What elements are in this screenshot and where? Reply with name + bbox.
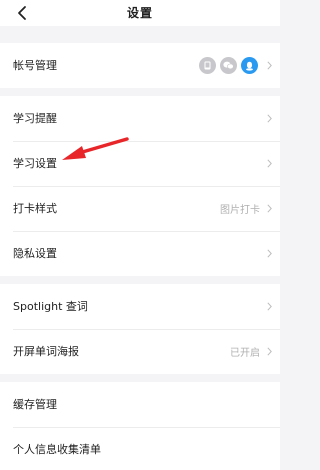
personal-info-list-label: 个人信息收集清单	[13, 443, 101, 456]
account-management-row[interactable]: 帐号管理	[0, 43, 280, 88]
personal-info-list-row[interactable]: 个人信息收集清单	[0, 427, 280, 470]
cache-management-label: 缓存管理	[13, 398, 57, 411]
privacy-settings-row[interactable]: 隐私设置	[0, 231, 280, 276]
misc-group: 缓存管理 个人信息收集清单	[0, 382, 280, 470]
splash-word-poster-label: 开屏单词海报	[13, 345, 79, 358]
account-management-label: 帐号管理	[13, 59, 57, 72]
chevron-right-icon	[267, 249, 272, 258]
top-bar: 设置	[0, 0, 280, 26]
study-settings-label: 学习设置	[13, 157, 57, 170]
splash-word-poster-value: 已开启	[230, 348, 260, 359]
checkin-style-row[interactable]: 打卡样式 图片打卡	[0, 186, 280, 231]
qq-icon	[241, 57, 258, 74]
account-group: 帐号管理	[0, 43, 280, 88]
chevron-right-icon	[267, 159, 272, 168]
chevron-right-icon	[267, 204, 272, 213]
chevron-right-icon	[267, 347, 272, 356]
wechat-icon	[220, 57, 237, 74]
study-reminder-label: 学习提醒	[13, 112, 57, 125]
spotlight-lookup-row[interactable]: Spotlight 查词	[0, 284, 280, 329]
checkin-style-value: 图片打卡	[220, 205, 260, 216]
privacy-settings-label: 隐私设置	[13, 247, 57, 260]
page-title: 设置	[126, 6, 153, 20]
spotlight-lookup-label: Spotlight 查词	[13, 300, 88, 313]
chevron-right-icon	[267, 114, 272, 123]
chevron-right-icon	[267, 302, 272, 311]
phone-icon	[199, 57, 216, 74]
cache-management-row[interactable]: 缓存管理	[0, 382, 280, 427]
study-reminder-row[interactable]: 学习提醒	[0, 96, 280, 141]
study-settings-row[interactable]: 学习设置	[0, 141, 280, 186]
chevron-right-icon	[267, 61, 272, 70]
linked-accounts	[199, 57, 258, 74]
checkin-style-label: 打卡样式	[13, 202, 57, 215]
splash-word-poster-row[interactable]: 开屏单词海报 已开启	[0, 329, 280, 374]
spotlight-group: Spotlight 查词 开屏单词海报 已开启	[0, 284, 280, 374]
study-settings-group: 学习提醒 学习设置 打卡样式 图片打卡 隐私设置	[0, 96, 280, 276]
